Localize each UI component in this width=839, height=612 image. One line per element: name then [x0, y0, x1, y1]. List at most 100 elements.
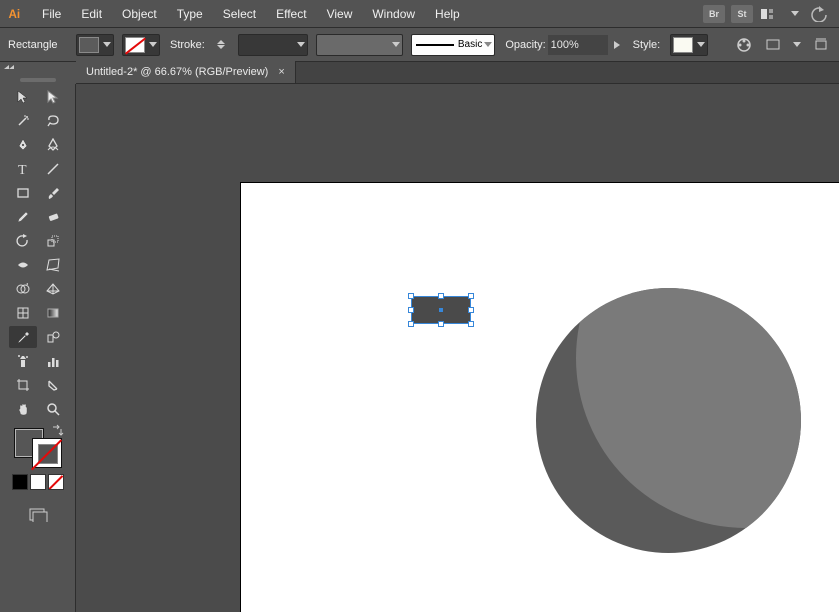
column-graph-tool[interactable]: [39, 350, 67, 372]
color-mode-icon[interactable]: [12, 474, 28, 490]
eraser-tool[interactable]: [39, 206, 67, 228]
stroke-weight-spinner[interactable]: [217, 35, 230, 55]
opacity-value: 100%: [551, 39, 579, 51]
brush-label: Basic: [458, 39, 482, 50]
hand-tool[interactable]: [9, 398, 37, 420]
opacity-more-icon[interactable]: [611, 35, 623, 55]
direct-selection-tool[interactable]: [39, 86, 67, 108]
mesh-tool[interactable]: [9, 302, 37, 324]
selected-rectangle[interactable]: [411, 296, 471, 324]
fill-mode-row: [12, 474, 64, 490]
circle-shape[interactable]: [536, 288, 801, 553]
graphic-style-control[interactable]: [670, 34, 708, 56]
menu-right-cluster: Br St: [703, 4, 839, 24]
fill-dropdown-icon[interactable]: [101, 35, 113, 55]
stroke-label[interactable]: Stroke:: [168, 39, 207, 51]
arrange-documents-icon[interactable]: [759, 5, 783, 23]
style-dropdown-icon[interactable]: [695, 35, 707, 55]
stock-icon[interactable]: St: [731, 5, 753, 23]
tab-close-icon[interactable]: ×: [278, 66, 284, 78]
tools-grid: T: [7, 84, 69, 422]
artboard-tool[interactable]: [9, 374, 37, 396]
selection-handle[interactable]: [468, 293, 474, 299]
document-tab-title: Untitled-2* @ 66.67% (RGB/Preview): [86, 66, 268, 78]
blend-tool[interactable]: [39, 326, 67, 348]
fill-stroke-color-box[interactable]: [14, 428, 62, 468]
width-tool[interactable]: [9, 254, 37, 276]
recolor-artwork-icon[interactable]: [734, 34, 755, 56]
stroke-color-icon[interactable]: [32, 438, 62, 468]
toolbar-collapse-icon[interactable]: [0, 62, 76, 76]
bridge-icon[interactable]: Br: [703, 5, 725, 23]
menu-select[interactable]: Select: [213, 0, 266, 28]
brush-dropdown-icon[interactable]: [482, 35, 494, 55]
selection-handle[interactable]: [438, 321, 444, 327]
magic-wand-tool[interactable]: [9, 110, 37, 132]
selection-handle[interactable]: [408, 307, 414, 313]
control-bar: Rectangle Stroke: Basic Opacity: 100% St…: [0, 28, 839, 62]
line-segment-tool[interactable]: [39, 158, 67, 180]
canvas-area[interactable]: [76, 84, 839, 612]
style-swatch-icon: [673, 37, 693, 53]
free-transform-tool[interactable]: [39, 254, 67, 276]
symbol-sprayer-tool[interactable]: [9, 350, 37, 372]
perspective-grid-tool[interactable]: [39, 278, 67, 300]
align-dropdown-icon[interactable]: [791, 35, 802, 55]
align-icon[interactable]: [762, 34, 783, 56]
vwp-dropdown-icon[interactable]: [390, 35, 402, 55]
gradient-mode-icon[interactable]: [30, 474, 46, 490]
lasso-tool[interactable]: [39, 110, 67, 132]
menu-window[interactable]: Window: [362, 0, 425, 28]
arrange-dropdown-icon[interactable]: [789, 4, 801, 24]
opacity-label[interactable]: Opacity:: [503, 39, 547, 51]
stroke-swatch-control[interactable]: [122, 34, 160, 56]
menu-type[interactable]: Type: [167, 0, 213, 28]
selection-handle[interactable]: [468, 321, 474, 327]
swap-fill-stroke-icon[interactable]: [52, 424, 64, 439]
pencil-tool[interactable]: [9, 206, 37, 228]
screen-mode-icon[interactable]: [27, 504, 49, 526]
menu-help[interactable]: Help: [425, 0, 470, 28]
brush-definition[interactable]: Basic: [411, 34, 496, 56]
curvature-tool[interactable]: [39, 134, 67, 156]
selection-handle[interactable]: [408, 321, 414, 327]
gpu-preview-icon[interactable]: [807, 5, 831, 23]
selection-type-label: Rectangle: [8, 39, 68, 51]
rotate-tool[interactable]: [9, 230, 37, 252]
opacity-field[interactable]: 100%: [548, 35, 608, 55]
menu-effect[interactable]: Effect: [266, 0, 316, 28]
menu-view[interactable]: View: [317, 0, 363, 28]
rectangle-tool[interactable]: [9, 182, 37, 204]
scale-tool[interactable]: [39, 230, 67, 252]
main-area: T: [0, 84, 839, 612]
toolbar-header: [0, 62, 76, 84]
style-label[interactable]: Style:: [631, 39, 663, 51]
none-mode-icon[interactable]: [48, 474, 64, 490]
zoom-tool[interactable]: [39, 398, 67, 420]
pen-tool[interactable]: [9, 134, 37, 156]
gradient-tool[interactable]: [39, 302, 67, 324]
eyedropper-tool[interactable]: [9, 326, 37, 348]
artboard[interactable]: [240, 182, 839, 612]
menu-object[interactable]: Object: [112, 0, 167, 28]
shape-properties-icon[interactable]: [810, 34, 831, 56]
app-logo-icon: Ai: [4, 4, 28, 24]
stroke-weight-dropdown-icon[interactable]: [295, 35, 307, 55]
menu-file[interactable]: File: [32, 0, 71, 28]
slice-tool[interactable]: [39, 374, 67, 396]
stroke-none-swatch-icon: [125, 37, 145, 53]
svg-text:T: T: [18, 163, 27, 176]
selection-handle[interactable]: [438, 293, 444, 299]
selection-handle[interactable]: [468, 307, 474, 313]
variable-width-profile[interactable]: [316, 34, 403, 56]
document-tab[interactable]: Untitled-2* @ 66.67% (RGB/Preview) ×: [76, 61, 296, 83]
menu-edit[interactable]: Edit: [71, 0, 112, 28]
selection-tool[interactable]: [9, 86, 37, 108]
paintbrush-tool[interactable]: [39, 182, 67, 204]
type-tool[interactable]: T: [9, 158, 37, 180]
selection-handle[interactable]: [408, 293, 414, 299]
shape-builder-tool[interactable]: [9, 278, 37, 300]
stroke-weight-field[interactable]: [238, 34, 308, 56]
fill-swatch-control[interactable]: [76, 34, 114, 56]
stroke-dropdown-icon[interactable]: [147, 35, 159, 55]
